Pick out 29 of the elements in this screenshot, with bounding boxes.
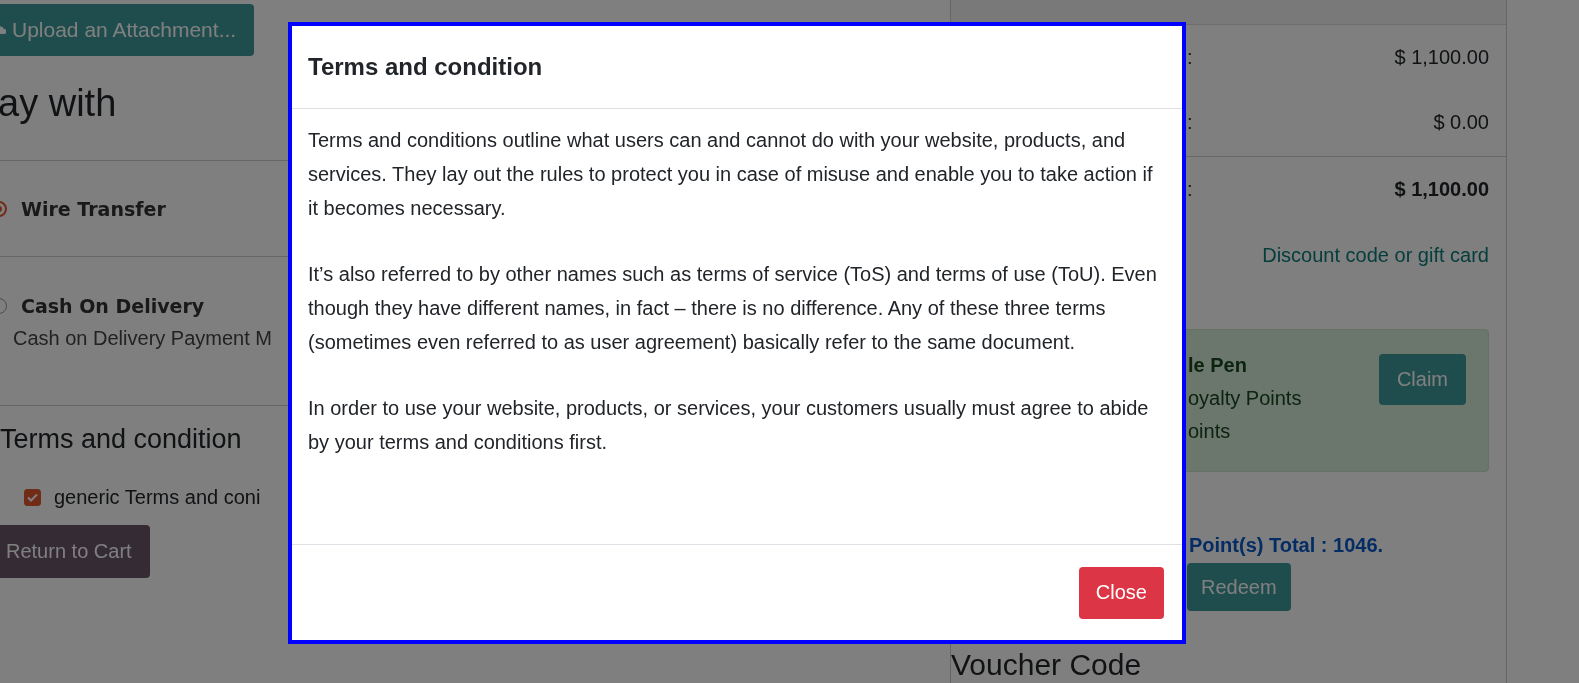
summary-amount: $ 1,100.00 <box>1394 178 1489 202</box>
payment-method-name: Cash On Delivery <box>21 295 205 317</box>
section-heading: Terms and condition <box>0 423 242 456</box>
summary-amount: $ 1,100.00 <box>1394 45 1489 69</box>
reward-title: le Pen <box>1188 354 1248 378</box>
payment-method-description: Cash on Delivery Payment M <box>13 327 272 350</box>
return-to-cart-button[interactable]: Return to Cart <box>0 525 150 578</box>
modal-paragraph: Terms and conditions outline what users can and cannot do with your website, products, and services. They lay out the rules to protect you in case of misuse and enable you to take action if it becomes necessary. <box>308 128 1154 221</box>
reward-text: oints <box>1188 420 1232 444</box>
reward-text: oyalty Points <box>1188 387 1302 411</box>
section-heading: ay with <box>0 81 117 126</box>
checkbox[interactable] <box>24 488 41 506</box>
summary-label: : <box>1187 111 1193 135</box>
summary-label: : <box>1187 178 1193 202</box>
section-heading: Voucher Code <box>951 647 1142 683</box>
checkbox-label: generic Terms and coni <box>54 485 261 509</box>
modal-paragraph: It’s also referred to by other names such as terms of service (ToS) and terms of use (ToU). Even though they have different names, in fact – there is no difference. Any of these three terms (sometimes even referred to as user agreement) basically refer to the same document. <box>308 262 1158 355</box>
modal-paragraph: In order to use your website, products, or services, your customers usually must agree to abide by your terms and conditions first. <box>308 396 1150 455</box>
close-button[interactable]: Close <box>1078 566 1164 619</box>
modal-title: Terms and condition <box>308 53 543 81</box>
discount-link[interactable]: Discount code or gift card <box>1262 244 1489 268</box>
payment-method-name: Wire Transfer <box>21 197 166 220</box>
summary-label: : <box>1187 45 1193 69</box>
summary-amount: $ 0.00 <box>1433 111 1489 135</box>
checkmark-icon <box>27 492 38 502</box>
claim-button[interactable]: Claim <box>1378 354 1466 406</box>
points-total: Point(s) Total : 1046. <box>1189 534 1385 557</box>
redeem-button[interactable]: Redeem <box>1187 563 1291 611</box>
upload-button[interactable]: Upload an Attachment... <box>0 4 255 56</box>
